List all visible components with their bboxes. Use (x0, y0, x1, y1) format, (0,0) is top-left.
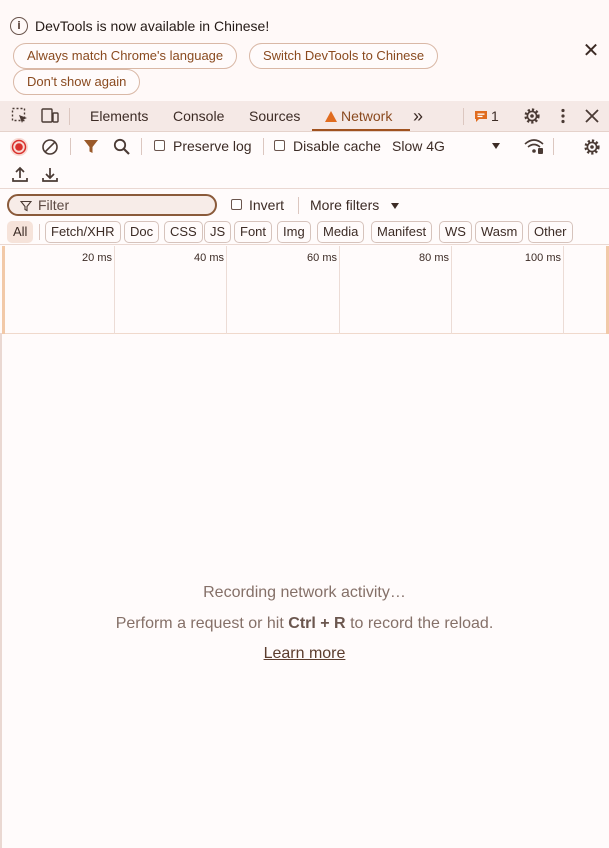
timeline-gridline (226, 246, 227, 334)
toolbar-divider (553, 138, 554, 155)
settings-gear-icon[interactable] (522, 106, 542, 126)
timeline-tick-label: 20 ms (82, 252, 112, 264)
infobar-message: DevTools is now available in Chinese! (35, 18, 270, 34)
preserve-log-checkbox[interactable] (154, 140, 165, 151)
import-har-icon[interactable] (11, 165, 29, 183)
timeline-gridline (339, 246, 340, 334)
reload-prompt-prefix: Perform a request or hit (115, 615, 284, 632)
type-filter-media[interactable]: Media (317, 221, 365, 243)
type-filter-all[interactable]: All (7, 221, 34, 243)
learn-more-row: Learn more (0, 645, 609, 663)
type-filter-img[interactable]: Img (277, 221, 311, 243)
close-devtools-icon[interactable] (582, 106, 602, 126)
warning-icon (325, 111, 337, 122)
filter-placeholder: Filter (38, 197, 70, 213)
type-filter-manifest[interactable]: Manifest (371, 221, 433, 243)
tab-sources[interactable]: Sources (249, 101, 300, 131)
issues-icon (475, 111, 487, 122)
dont-show-again-button[interactable]: Don't show again (13, 69, 141, 95)
tab-console[interactable]: Console (173, 101, 224, 131)
kebab-menu-icon[interactable] (553, 106, 573, 126)
record-stop-icon[interactable] (9, 137, 29, 157)
timeline-gridline (451, 246, 452, 334)
throttling-value: Slow 4G (392, 138, 445, 154)
learn-more-link[interactable]: Learn more (264, 645, 346, 662)
throttling-select[interactable]: Slow 4G (390, 135, 508, 157)
info-icon: i (10, 17, 28, 35)
timeline-left-handle[interactable] (2, 246, 5, 334)
filter-input[interactable]: Filter (7, 194, 217, 216)
infobar-close-icon[interactable]: ✕ (580, 40, 602, 62)
clear-icon[interactable] (40, 137, 60, 157)
filter-bar: Filter Invert More filters (0, 190, 609, 218)
toolbar-divider (70, 138, 71, 155)
reload-prompt-suffix: to record the reload. (350, 615, 494, 632)
type-filter-wasm[interactable]: Wasm (475, 221, 524, 243)
always-match-language-button[interactable]: Always match Chrome's language (13, 43, 238, 69)
resource-type-filters: All Fetch/XHR Doc CSS JS Font Img Media … (0, 219, 609, 245)
search-icon[interactable] (112, 137, 132, 157)
network-conditions-icon[interactable] (523, 136, 545, 156)
reload-prompt: Perform a request or hit Ctrl + R to rec… (0, 615, 609, 633)
reload-shortcut: Ctrl + R (288, 615, 346, 632)
language-infobar: i DevTools is now available in Chinese! … (0, 0, 609, 101)
invert-checkbox[interactable] (231, 199, 242, 210)
recording-status-text: Recording network activity… (203, 584, 406, 601)
toolbar-divider (263, 138, 264, 155)
type-filter-css[interactable]: CSS (164, 221, 203, 243)
disable-cache-checkbox[interactable] (274, 140, 285, 151)
timeline-tick-label: 100 ms (524, 252, 561, 264)
inspect-element-icon[interactable] (10, 106, 30, 126)
type-filter-other[interactable]: Other (528, 221, 573, 243)
type-filter-divider (39, 224, 40, 240)
preserve-log-label: Preserve log (173, 138, 252, 154)
issues-count: 1 (491, 108, 499, 124)
type-filter-fetch-xhr[interactable]: Fetch/XHR (45, 221, 121, 243)
type-filter-doc[interactable]: Doc (124, 221, 160, 243)
timeline-gridline (563, 246, 564, 334)
timeline-gridline (114, 246, 115, 334)
more-filters-dropdown[interactable]: More filters (310, 195, 405, 215)
tabbar-divider (69, 108, 70, 125)
toolbar-divider (141, 138, 142, 155)
tab-network-label: Network (341, 108, 393, 124)
device-toolbar-icon[interactable] (40, 106, 60, 126)
type-filter-ws[interactable]: WS (439, 221, 472, 243)
timeline-tick-label: 40 ms (194, 252, 224, 264)
tab-elements[interactable]: Elements (90, 101, 148, 131)
more-filters-label: More filters (310, 197, 380, 213)
switch-to-chinese-button[interactable]: Switch DevTools to Chinese (249, 43, 439, 69)
filter-funnel-icon[interactable] (82, 138, 100, 156)
disable-cache-label: Disable cache (293, 138, 381, 154)
network-overview-timeline[interactable]: 20 ms 40 ms 60 ms 80 ms 100 ms (2, 246, 609, 334)
chevron-down-icon (391, 203, 399, 209)
tabbar-divider (463, 108, 464, 125)
type-filter-js[interactable]: JS (204, 221, 232, 243)
chevron-down-icon (492, 143, 500, 149)
devtools-tab-bar: Elements Console Sources Network » 1 (0, 101, 609, 132)
type-filter-font[interactable]: Font (234, 221, 273, 243)
filter-divider (298, 197, 299, 214)
invert-label: Invert (249, 197, 285, 213)
more-tabs-icon[interactable]: » (413, 101, 423, 131)
network-toolbar: Preserve log Disable cache Slow 4G (0, 132, 609, 160)
tab-network[interactable]: Network (312, 101, 410, 131)
export-har-icon[interactable] (41, 165, 59, 183)
network-settings-gear-icon[interactable] (582, 137, 602, 157)
timeline-tick-label: 80 ms (419, 252, 449, 264)
import-export-toolbar (0, 160, 609, 189)
filter-funnel-small-icon (20, 200, 32, 212)
timeline-tick-label: 60 ms (307, 252, 337, 264)
